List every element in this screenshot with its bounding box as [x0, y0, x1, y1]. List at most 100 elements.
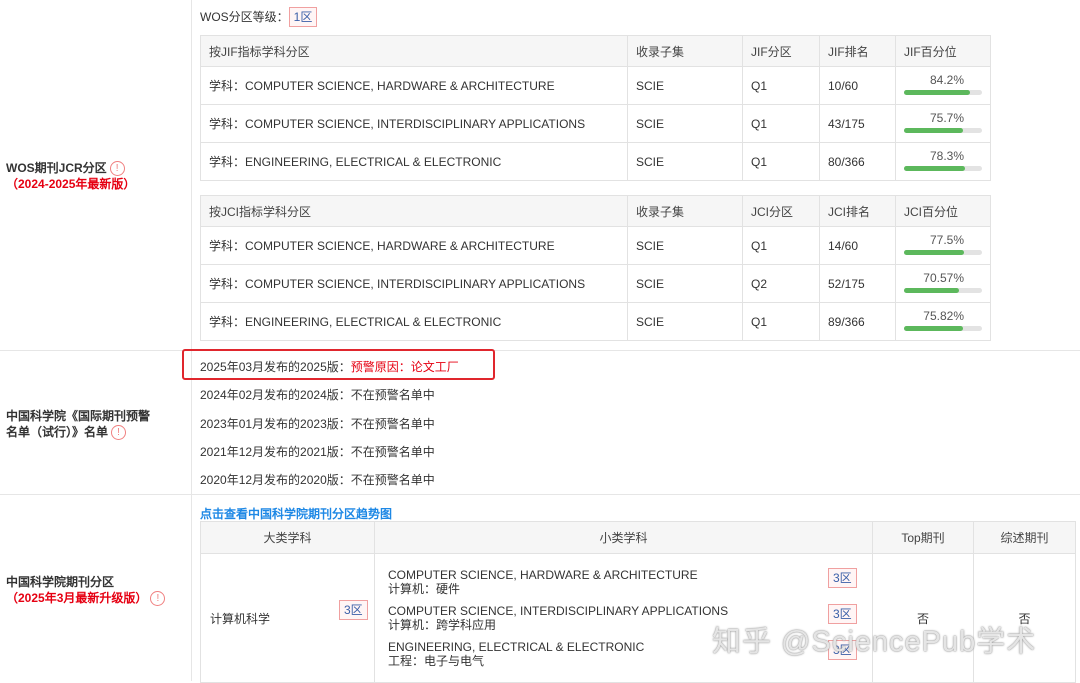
- info-icon[interactable]: !: [111, 425, 127, 441]
- subset-cell: SCIE: [627, 66, 743, 105]
- subject-cell: 学科：COMPUTER SCIENCE, INTERDISCIPLINARY A…: [200, 264, 628, 303]
- jci-header-row: 按JCI指标学科分区 收录子集 JCI分区 JCI排名 JCI百分位: [200, 195, 991, 227]
- percentile-value: 70.57%: [923, 270, 964, 285]
- subject-cell: 学科：COMPUTER SCIENCE, HARDWARE & ARCHITEC…: [200, 226, 628, 265]
- header-review: 综述期刊: [973, 521, 1076, 554]
- percentile-cell: 78.3%: [895, 142, 991, 181]
- warning-item-date: 2024年02月发布的2024版：: [200, 388, 351, 402]
- subset-cell: SCIE: [627, 226, 743, 265]
- rank-cell: 10/60: [819, 66, 896, 105]
- quartile-cell: Q1: [742, 142, 820, 181]
- warning-item-status: 预警原因：论文工厂: [350, 360, 459, 374]
- percentile-bar: [904, 89, 982, 95]
- percentile-bar: [904, 165, 982, 171]
- jif-header-subset: 收录子集: [627, 35, 743, 67]
- rank-cell: 14/60: [819, 226, 896, 265]
- warning-item-status: 不在预警名单中: [350, 417, 435, 431]
- wos-level-label: WOS分区等级：: [200, 10, 289, 24]
- trend-chart-link[interactable]: 点击查看中国科学院期刊分区趋势图: [200, 505, 392, 522]
- quartile-cell: Q1: [742, 226, 820, 265]
- warning-item-date: 2023年01月发布的2023版：: [200, 417, 351, 431]
- table-row: 学科：COMPUTER SCIENCE, INTERDISCIPLINARY A…: [200, 104, 991, 143]
- jci-header-rank: JCI排名: [819, 195, 896, 227]
- subset-cell: SCIE: [627, 302, 743, 341]
- wos-jcr-label-version: （2024-2025年最新版）: [6, 177, 136, 192]
- subject-cell: 学科：ENGINEERING, ELECTRICAL & ELECTRONIC: [200, 302, 628, 341]
- percentile-bar-fill: [904, 165, 966, 171]
- cas-partition-label-title: 中国科学院期刊分区: [6, 575, 115, 589]
- percentile-bar: [904, 287, 982, 293]
- percentile-bar-fill: [904, 127, 964, 133]
- table-row: 学科：ENGINEERING, ELECTRICAL & ELECTRONIC …: [200, 142, 991, 181]
- major-name: 计算机科学: [210, 611, 271, 626]
- quartile-cell: Q1: [742, 104, 820, 143]
- cas-warning-label: 中国科学院《国际期刊预警 名单（试行）》名单!: [6, 408, 151, 441]
- warning-item: 2025年03月发布的2025版：预警原因：论文工厂: [200, 359, 459, 375]
- rank-cell: 80/366: [819, 142, 896, 181]
- wos-jcr-label-title: WOS期刊JCR分区: [6, 161, 107, 175]
- jif-header-quartile: JIF分区: [742, 35, 820, 67]
- cas-partition-label: 中国科学院期刊分区 （2025年3月最新升级版）!: [6, 574, 166, 607]
- warning-item-status: 不在预警名单中: [350, 388, 435, 402]
- info-icon[interactable]: !: [109, 161, 125, 177]
- major-zone-badge: 3区: [339, 599, 368, 620]
- major-cell: 计算机科学 3区: [200, 553, 375, 683]
- percentile-bar-fill: [904, 325, 964, 331]
- percentile-cell: 75.82%: [895, 302, 991, 341]
- percentile-bar-fill: [904, 89, 970, 95]
- percentile-value: 78.3%: [929, 148, 964, 163]
- percentile-cell: 70.57%: [895, 264, 991, 303]
- percentile-cell: 75.7%: [895, 104, 991, 143]
- jif-header-row: 按JIF指标学科分区 收录子集 JIF分区 JIF排名 JIF百分位: [200, 35, 991, 67]
- percentile-value: 75.82%: [923, 308, 964, 323]
- watermark: 知乎 @SciencePub学术: [712, 626, 1037, 658]
- subset-cell: SCIE: [627, 264, 743, 303]
- minor-cn: 计算机：硬件: [388, 582, 461, 596]
- percentile-bar-fill: [904, 287, 960, 293]
- percentile-value: 75.7%: [929, 110, 964, 125]
- subject-cell: 学科：COMPUTER SCIENCE, INTERDISCIPLINARY A…: [200, 104, 628, 143]
- minor-item: COMPUTER SCIENCE, HARDWARE & ARCHITECTUR…: [376, 564, 871, 600]
- rank-cell: 52/175: [819, 264, 896, 303]
- jci-header-subject: 按JCI指标学科分区: [200, 195, 628, 227]
- quartile-cell: Q1: [742, 302, 820, 341]
- warning-item: 2023年01月发布的2023版：不在预警名单中: [200, 416, 435, 432]
- subject-cell: 学科：ENGINEERING, ELECTRICAL & ELECTRONIC: [200, 142, 628, 181]
- warning-item-date: 2020年12月发布的2020版：: [200, 473, 351, 487]
- percentile-bar: [904, 325, 982, 331]
- subset-cell: SCIE: [627, 104, 743, 143]
- header-minor: 小类学科: [374, 521, 873, 554]
- quartile-cell: Q1: [742, 66, 820, 105]
- jif-table: 按JIF指标学科分区 收录子集 JIF分区 JIF排名 JIF百分位 学科：CO…: [200, 35, 991, 181]
- table-row: 学科：ENGINEERING, ELECTRICAL & ELECTRONIC …: [200, 302, 991, 341]
- percentile-cell: 84.2%: [895, 66, 991, 105]
- minor-en: COMPUTER SCIENCE, INTERDISCIPLINARY APPL…: [388, 604, 729, 618]
- jif-header-percentile: JIF百分位: [895, 35, 991, 67]
- section-divider: [0, 350, 1080, 351]
- major-category: 计算机科学 3区: [202, 599, 373, 627]
- minor-en: COMPUTER SCIENCE, HARDWARE & ARCHITECTUR…: [388, 568, 698, 582]
- warning-item-date: 2025年03月发布的2025版：: [200, 360, 351, 374]
- cas-warning-label-line1: 中国科学院《国际期刊预警: [6, 409, 151, 423]
- rank-cell: 89/366: [819, 302, 896, 341]
- quartile-cell: Q2: [742, 264, 820, 303]
- warning-item-status: 不在预警名单中: [350, 445, 435, 459]
- wos-jcr-label: WOS期刊JCR分区! （2024-2025年最新版）: [6, 160, 135, 192]
- header-top: Top期刊: [872, 521, 974, 554]
- warning-item-date: 2021年12月发布的2021版：: [200, 445, 351, 459]
- cas-warning-label-line2: 名单（试行）》名单: [6, 425, 109, 439]
- jif-header-subject: 按JIF指标学科分区: [200, 35, 628, 67]
- subset-cell: SCIE: [627, 142, 743, 181]
- warning-item: 2021年12月发布的2021版：不在预警名单中: [200, 444, 435, 460]
- percentile-bar: [904, 127, 982, 133]
- percentile-value: 84.2%: [929, 72, 964, 87]
- rank-cell: 43/175: [819, 104, 896, 143]
- warning-item-status: 不在预警名单中: [350, 473, 435, 487]
- info-icon[interactable]: !: [150, 591, 166, 607]
- cas-partition-label-version: （2025年3月最新升级版）: [6, 591, 148, 605]
- cas-header-row: 大类学科 小类学科 Top期刊 综述期刊: [200, 521, 1076, 554]
- percentile-cell: 77.5%: [895, 226, 991, 265]
- jci-header-percentile: JCI百分位: [895, 195, 991, 227]
- section-divider: [0, 494, 1080, 495]
- header-major: 大类学科: [200, 521, 375, 554]
